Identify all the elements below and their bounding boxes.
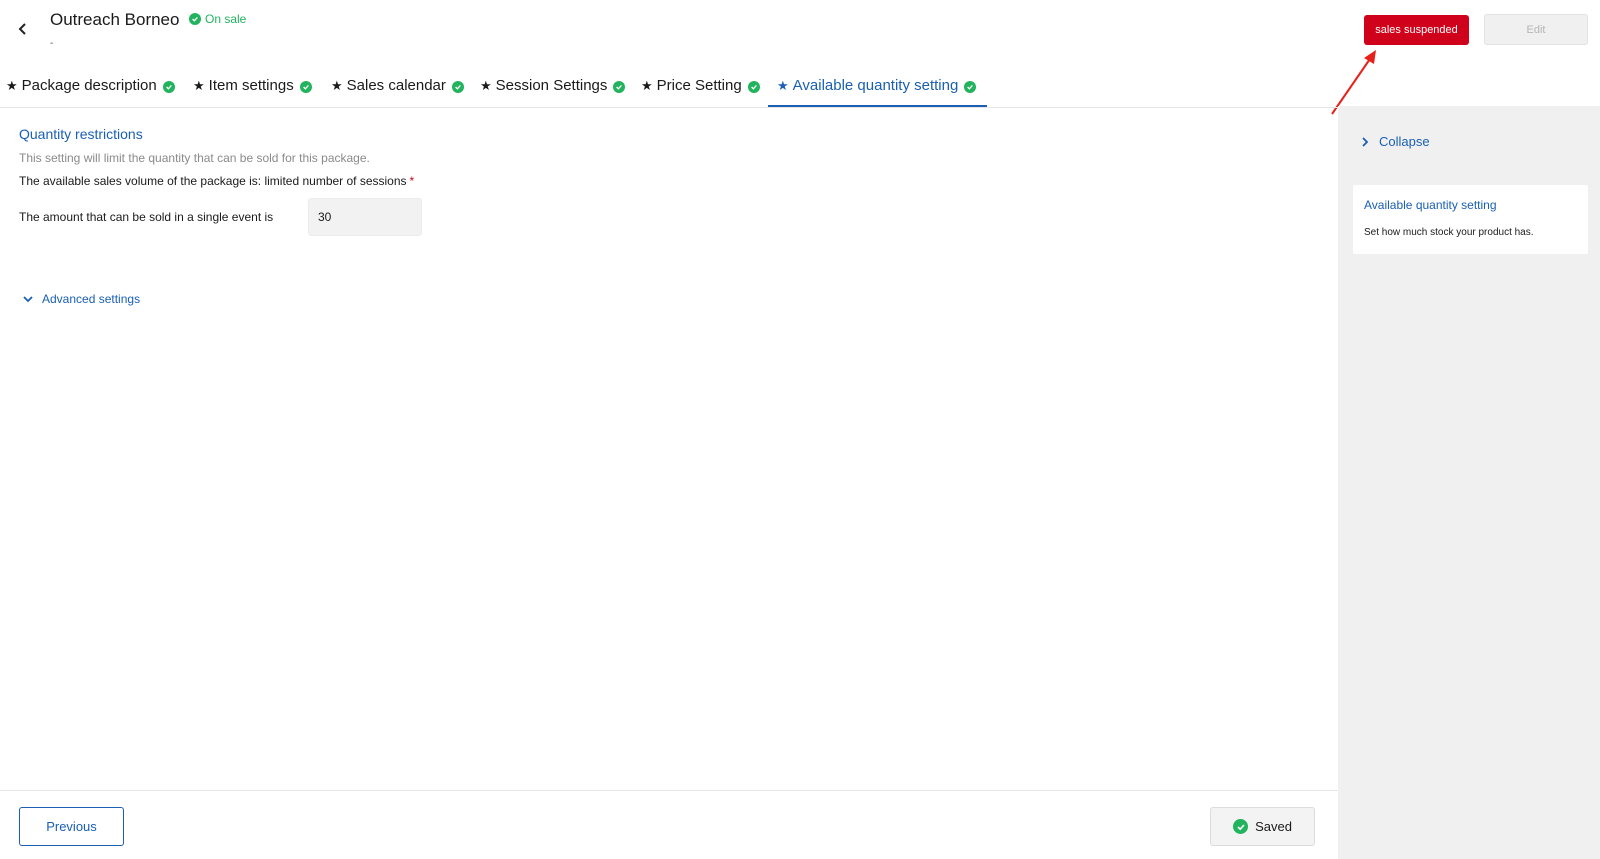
section-description: This setting will limit the quantity tha… bbox=[19, 151, 370, 165]
active-tab-indicator bbox=[768, 105, 987, 107]
chevron-down-icon bbox=[23, 296, 33, 303]
tab-label: Price Setting bbox=[656, 77, 742, 94]
sales-volume-text: The available sales volume of the packag… bbox=[19, 174, 414, 188]
sales-suspended-button[interactable]: sales suspended bbox=[1364, 15, 1469, 45]
check-circle-icon bbox=[1233, 819, 1249, 834]
help-side-panel: Collapse Available quantity setting Set … bbox=[1338, 106, 1600, 859]
check-circle-icon bbox=[964, 81, 977, 93]
amount-label: The amount that can be sold in a single … bbox=[19, 210, 274, 224]
advanced-settings-toggle[interactable]: Advanced settings bbox=[22, 292, 140, 306]
star-icon: ★ bbox=[480, 78, 492, 93]
amount-input[interactable] bbox=[308, 198, 422, 236]
saved-button[interactable]: Saved bbox=[1210, 807, 1315, 846]
help-title: Available quantity setting bbox=[1364, 198, 1497, 212]
status-label: On sale bbox=[205, 12, 247, 26]
check-circle-icon bbox=[162, 81, 175, 93]
tab-label: Sales calendar bbox=[346, 77, 446, 94]
back-button[interactable] bbox=[14, 20, 32, 40]
star-icon: ★ bbox=[777, 78, 789, 93]
star-icon: ★ bbox=[193, 78, 205, 93]
page: Outreach Borneo On sale - sales suspende… bbox=[0, 0, 1600, 859]
check-circle-icon bbox=[613, 81, 626, 93]
tab-label: Available quantity setting bbox=[792, 77, 959, 94]
star-icon: ★ bbox=[6, 78, 18, 93]
chevron-right-icon bbox=[1362, 136, 1369, 147]
section-title: Quantity restrictions bbox=[19, 126, 143, 142]
tab-item-settings[interactable]: ★ Item settings bbox=[193, 72, 312, 108]
tab-package-description[interactable]: ★ Package description bbox=[6, 72, 175, 108]
star-icon: ★ bbox=[641, 78, 653, 93]
tab-sales-calendar[interactable]: ★ Sales calendar bbox=[331, 72, 464, 108]
previous-button[interactable]: Previous bbox=[19, 807, 124, 846]
collapse-toggle[interactable]: Collapse bbox=[1360, 134, 1430, 149]
help-card: Available quantity setting Set how much … bbox=[1353, 185, 1588, 254]
help-text: Set how much stock your product has. bbox=[1364, 227, 1534, 238]
footer-bar bbox=[0, 790, 1338, 859]
status-badge: On sale bbox=[189, 12, 246, 26]
collapse-label: Collapse bbox=[1379, 134, 1430, 149]
tab-label: Item settings bbox=[208, 77, 294, 94]
advanced-settings-label: Advanced settings bbox=[42, 292, 141, 306]
tab-label: Package description bbox=[21, 77, 157, 94]
tab-session-settings[interactable]: ★ Session Settings bbox=[480, 72, 626, 108]
tab-available-quantity-setting[interactable]: ★ Available quantity setting bbox=[777, 72, 977, 108]
saved-label: Saved bbox=[1255, 819, 1292, 834]
tab-price-setting[interactable]: ★ Price Setting bbox=[641, 72, 760, 108]
chevron-left-icon bbox=[18, 23, 26, 35]
subtitle-mark: - bbox=[50, 38, 54, 49]
edit-button[interactable]: Edit bbox=[1484, 14, 1588, 45]
tab-bar: ★ Package description ★ Item settings ★ … bbox=[0, 72, 1338, 108]
tab-label: Session Settings bbox=[495, 77, 608, 94]
star-icon: ★ bbox=[331, 78, 343, 93]
check-circle-icon bbox=[189, 13, 201, 25]
check-circle-icon bbox=[299, 81, 312, 93]
check-circle-icon bbox=[747, 81, 760, 93]
sales-volume-label: The available sales volume of the packag… bbox=[19, 174, 407, 188]
page-title: Outreach Borneo bbox=[50, 10, 180, 29]
required-mark: * bbox=[409, 174, 415, 188]
check-circle-icon bbox=[451, 81, 464, 93]
